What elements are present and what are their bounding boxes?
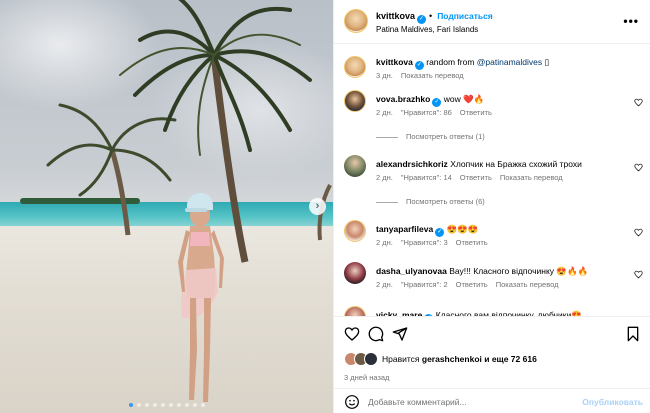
reply-link[interactable]: Ответить [460, 108, 492, 117]
caption-body: random from [426, 57, 477, 67]
view-replies-link[interactable]: Посмотреть ответы (1) [376, 132, 485, 141]
save-bookmark-icon[interactable] [625, 326, 641, 342]
likes-text: Нравится gerashchenkoi и еще 72 616 [382, 354, 537, 364]
posted-time[interactable]: 3 дней назад [344, 373, 389, 382]
comment-text: vova.brazhko ✓ wow ❤️🔥 [376, 94, 629, 107]
post-header: kvittkova ✓ • Подписаться Patina Maldives, … [334, 0, 650, 44]
comment-body: Хлопчик на Бражка схожий трохи [450, 159, 582, 169]
post-location[interactable]: Patina Maldives, Fari Islands [376, 25, 478, 34]
separator-dot: • [429, 11, 433, 21]
share-send-icon[interactable] [392, 326, 408, 342]
view-replies-link[interactable]: Посмотреть ответы (6) [376, 197, 485, 206]
liker-avatar [364, 352, 378, 366]
comment-like-heart-icon[interactable] [634, 163, 643, 172]
post-photo[interactable]: › [0, 0, 333, 413]
view-replies-label: Посмотреть ответы (6) [406, 197, 485, 206]
comment-time: 2 дн. [376, 108, 393, 117]
caption-tail: ▯ [542, 57, 550, 67]
liked-by-username[interactable]: gerashchenkoi [422, 354, 482, 364]
comment-like-heart-icon[interactable] [634, 270, 643, 279]
publish-button[interactable]: Опубликовать [582, 397, 643, 407]
comment-meta: 2 дн. "Нравится": 3 Ответить [376, 238, 496, 247]
comment-like-heart-icon[interactable] [634, 228, 643, 237]
comment-body: wow ❤️🔥 [443, 94, 485, 104]
comment-time: 2 дн. [376, 280, 393, 289]
palm-trees-illustration [46, 0, 332, 402]
translate-link[interactable]: Показать перевод [500, 173, 563, 182]
commenter-username[interactable]: vova.brazhko [376, 94, 430, 104]
caption-translate-link[interactable]: Показать перевод [401, 71, 464, 80]
commenter-avatar[interactable] [344, 220, 366, 242]
comment-body: Вау!!! Класного відпочинку 😍🔥🔥 [449, 266, 589, 276]
comment-likes-count[interactable]: "Нравится": 86 [401, 108, 452, 117]
caption-mention-link[interactable]: @patinamaldives [477, 57, 542, 67]
post-side-panel: kvittkova ✓ • Подписаться Patina Maldives, … [333, 0, 650, 413]
more-options-icon[interactable]: ••• [623, 14, 639, 28]
commenter-username[interactable]: alexandrsichkoriz [376, 159, 448, 169]
follow-button[interactable]: Подписаться [437, 11, 493, 21]
carousel-dot [136, 403, 141, 407]
comment-text: tanyaparfileva ✓ 😍😍😍 [376, 224, 629, 237]
comment-bubble-icon[interactable] [368, 326, 384, 342]
comment-likes-count[interactable]: "Нравится": 2 [401, 280, 448, 289]
reply-link[interactable]: Ответить [460, 173, 492, 182]
comment-meta: 2 дн. "Нравится": 2 Ответить Показать перев… [376, 280, 567, 289]
view-replies-label: Посмотреть ответы (1) [406, 132, 485, 141]
replies-divider-line [376, 136, 398, 138]
comment-meta: 2 дн. "Нравится": 86 Ответить [376, 108, 500, 117]
caption-text: kvittkova ✓ random from @patinamaldives ▯ [376, 57, 629, 70]
comment-likes-count[interactable]: "Нравится": 14 [401, 173, 452, 182]
translate-link[interactable]: Показать перевод [496, 280, 559, 289]
carousel-dot [144, 403, 149, 407]
commenter-avatar[interactable] [344, 262, 366, 284]
carousel-dot [176, 403, 181, 407]
carousel-next-button[interactable]: › [309, 198, 326, 215]
carousel-dot [192, 403, 197, 407]
reply-link[interactable]: Ответить [456, 238, 488, 247]
caption-avatar[interactable] [344, 56, 366, 78]
verified-badge-icon: ✓ [432, 98, 442, 107]
commenter-avatar[interactable] [344, 306, 366, 316]
comment-text: dasha_ulyanovaa Вау!!! Класного відпочин… [376, 266, 629, 277]
emoji-smile-icon[interactable] [344, 394, 360, 410]
carousel-dot [184, 403, 189, 407]
caption-meta: 3 дн. Показать перевод [376, 71, 472, 80]
commenter-username[interactable]: dasha_ulyanovaa [376, 266, 447, 276]
comment-meta: 2 дн. "Нравится": 14 Ответить Показать пере… [376, 173, 571, 182]
author-avatar[interactable] [344, 9, 368, 33]
likes-suffix: и еще 72 616 [481, 354, 537, 364]
carousel-dots [0, 403, 333, 407]
comment-likes-count[interactable]: "Нравится": 3 [401, 238, 448, 247]
carousel-dot [128, 403, 133, 407]
verified-badge-icon: ✓ [417, 15, 427, 24]
commenter-avatar[interactable] [344, 90, 366, 112]
like-heart-icon[interactable] [344, 326, 360, 342]
comment-like-heart-icon[interactable] [634, 98, 643, 107]
author-username[interactable]: kvittkova [376, 11, 415, 21]
add-comment-input[interactable] [368, 394, 568, 410]
verified-badge-icon: ✓ [435, 228, 445, 237]
carousel-dot [168, 403, 173, 407]
replies-divider-line [376, 201, 398, 203]
post-actions: Нравится gerashchenkoi и еще 72 616 3 дн… [334, 316, 650, 413]
add-comment-bar: Опубликовать [334, 388, 650, 413]
likes-prefix: Нравится [382, 354, 422, 364]
verified-badge-icon: ✓ [414, 61, 424, 70]
commenter-avatar[interactable] [344, 155, 366, 177]
comments-list[interactable]: kvittkova ✓ random from @patinamaldives ▯… [334, 44, 650, 316]
comment-body: 😍😍😍 [446, 224, 479, 234]
comment-text: alexandrsichkoriz Хлопчик на Бражка схож… [376, 159, 629, 170]
carousel-dot [200, 403, 205, 407]
carousel-dot [160, 403, 165, 407]
comment-time: 2 дн. [376, 238, 393, 247]
commenter-username[interactable]: tanyaparfileva [376, 224, 433, 234]
carousel-dot [152, 403, 157, 407]
comment-time: 2 дн. [376, 173, 393, 182]
reply-link[interactable]: Ответить [456, 280, 488, 289]
author-line: kvittkova ✓ • Подписаться [376, 11, 493, 24]
caption-time: 3 дн. [376, 71, 393, 80]
caption-username[interactable]: kvittkova [376, 57, 413, 67]
